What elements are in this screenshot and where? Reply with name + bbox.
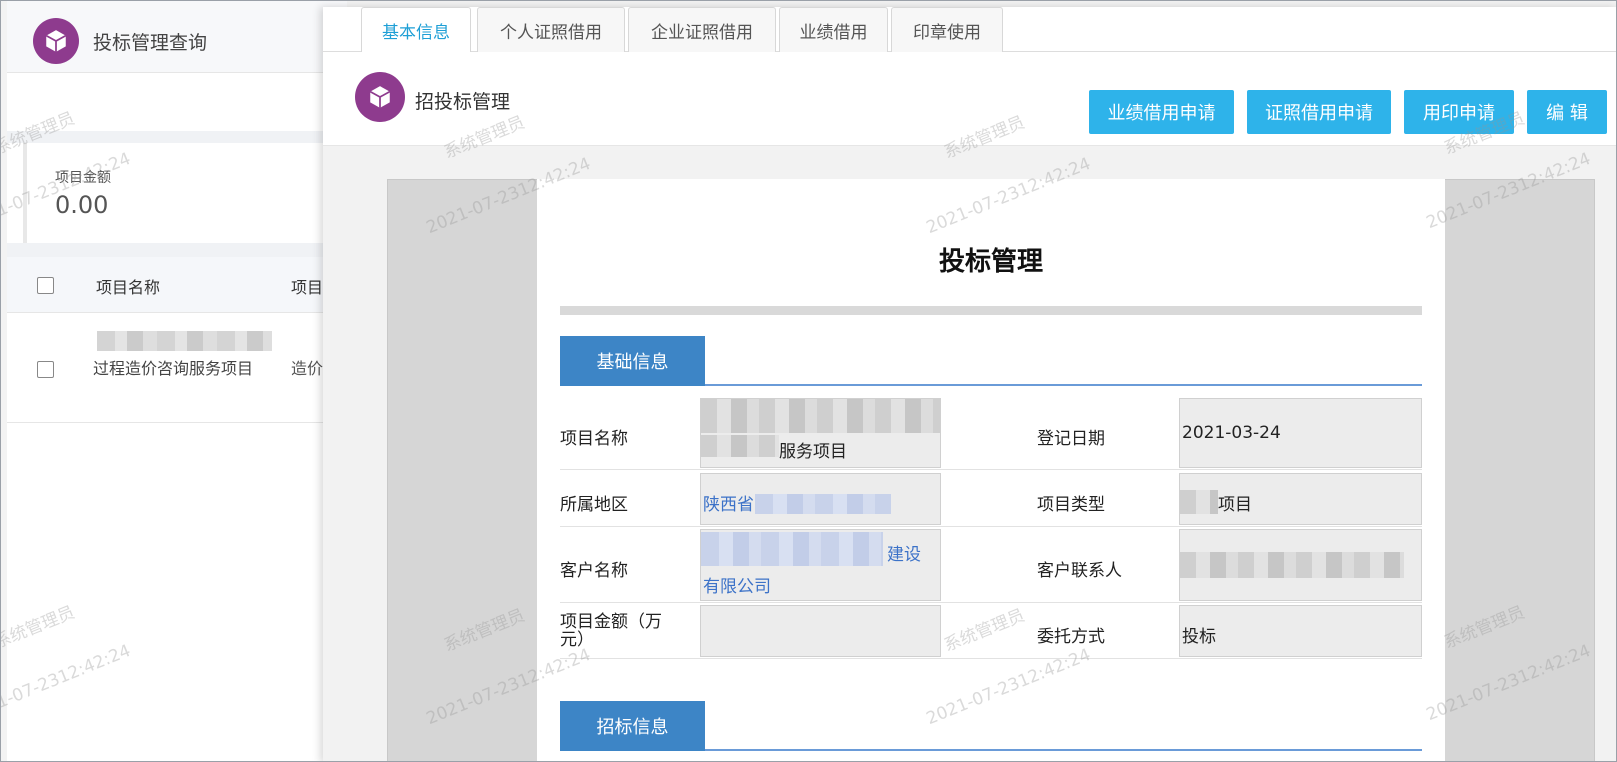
tab-personal-license[interactable]: 个人证照借用: [477, 7, 625, 53]
background-app: 投标管理查询 项目金额 0.00 项目名称 项目 过程造价咨询服务项目 造价: [7, 1, 347, 761]
region-field[interactable]: 陕西省: [700, 473, 941, 525]
row-divider: [560, 526, 1422, 527]
license-borrow-button[interactable]: 证照借用申请: [1247, 90, 1391, 134]
document-page: 投标管理 基础信息 项目名称 服务项目 登记日期 2021-03-24 所属地区…: [537, 179, 1445, 761]
redacted-text: [701, 399, 940, 433]
delegation-field[interactable]: 投标: [1179, 605, 1422, 657]
screen: 投标管理查询 项目金额 0.00 项目名称 项目 过程造价咨询服务项目 造价 基…: [0, 0, 1617, 762]
redacted-text: [701, 532, 883, 566]
tab-seal[interactable]: 印章使用: [891, 7, 1003, 53]
spacer: [7, 243, 347, 257]
delegation-value: 投标: [1182, 627, 1216, 647]
redacted-text: [1180, 552, 1404, 578]
column-header-name[interactable]: 项目名称: [96, 274, 160, 298]
section-basic-info: 基础信息: [560, 336, 1422, 386]
region-label: 所属地区: [560, 495, 628, 515]
amount-card: 项目金额 0.00: [23, 143, 347, 243]
register-date-value: 2021-03-24: [1182, 423, 1281, 443]
customer-name-value: 建设: [887, 545, 921, 565]
section-bidding-info: 招标信息: [560, 701, 1422, 751]
redacted-text: [97, 331, 272, 351]
cube-logo-icon: [33, 18, 79, 64]
project-name-label: 项目名称: [560, 429, 628, 449]
row-divider: [560, 658, 1422, 659]
section-label: 基础信息: [560, 336, 705, 386]
customer-contact-label: 客户联系人: [1037, 561, 1122, 581]
amount-value: 0.00: [55, 191, 109, 219]
register-date-label: 登记日期: [1037, 429, 1105, 449]
row-divider: [560, 469, 1422, 470]
document-title: 投标管理: [938, 247, 1043, 277]
row-project-type: 造价: [291, 359, 324, 378]
customer-name-field[interactable]: 建设 有限公司: [700, 529, 941, 601]
tab-basic-info[interactable]: 基本信息: [361, 7, 471, 53]
edit-button[interactable]: 编 辑: [1527, 90, 1607, 134]
cube-logo-icon: [355, 72, 405, 122]
table-row[interactable]: 过程造价咨询服务项目 造价: [7, 313, 347, 423]
app-title: 投标管理查询: [93, 32, 208, 54]
table-header: 项目名称 项目: [7, 257, 347, 313]
panel-header: 招投标管理 业绩借用申请 证照借用申请 用印申请 编 辑: [323, 52, 1616, 146]
tab-bar: 基本信息 个人证照借用 企业证照借用 业绩借用 印章使用: [323, 7, 1616, 53]
project-type-field[interactable]: 项目: [1179, 473, 1422, 525]
redacted-text: [755, 494, 891, 514]
section-label: 招标信息: [560, 701, 705, 751]
customer-name-value-line2: 有限公司: [703, 577, 771, 597]
performance-borrow-button[interactable]: 业绩借用申请: [1089, 90, 1234, 134]
app-header: 投标管理查询: [7, 1, 347, 73]
divider: [560, 306, 1422, 315]
spacer: [7, 131, 347, 143]
row-divider: [560, 602, 1422, 603]
row-checkbox[interactable]: [37, 361, 54, 378]
tab-company-license[interactable]: 企业证照借用: [628, 7, 776, 53]
project-type-label: 项目类型: [1037, 495, 1105, 515]
customer-contact-field[interactable]: [1179, 529, 1422, 601]
redacted-text: [701, 435, 779, 457]
customer-name-label: 客户名称: [560, 561, 628, 581]
project-name-field[interactable]: 服务项目: [700, 398, 941, 468]
panel-title: 招投标管理: [415, 91, 511, 113]
project-amount-field[interactable]: [700, 605, 941, 657]
column-header-type[interactable]: 项目: [291, 274, 323, 298]
select-all-checkbox[interactable]: [37, 277, 54, 294]
amount-label: 项目金额: [55, 170, 111, 186]
redacted-text: [1180, 490, 1218, 514]
region-value: 陕西省: [703, 495, 754, 515]
delegation-label: 委托方式: [1037, 627, 1105, 647]
seal-apply-button[interactable]: 用印申请: [1404, 90, 1514, 134]
project-amount-label: 项目金额（万元）: [560, 612, 662, 650]
tab-performance[interactable]: 业绩借用: [779, 7, 888, 53]
project-type-value: 项目: [1218, 495, 1252, 515]
register-date-field[interactable]: 2021-03-24: [1179, 398, 1422, 468]
row-project-name[interactable]: 过程造价咨询服务项目: [93, 355, 263, 383]
project-name-value: 服务项目: [779, 442, 847, 462]
toolbar-strip: [7, 73, 347, 131]
